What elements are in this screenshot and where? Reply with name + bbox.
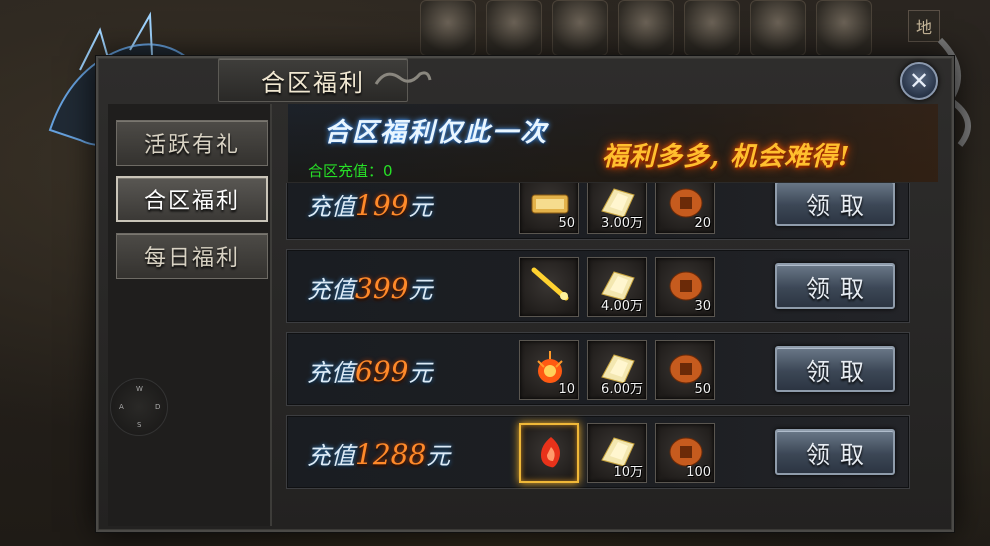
row-recharge-label: 充值699元: [307, 355, 433, 388]
reward-item-slot[interactable]: 100: [655, 423, 715, 483]
close-button[interactable]: ✕: [900, 62, 938, 100]
row-recharge-label: 充值399元: [307, 272, 433, 305]
recharge-amount: 1288: [355, 438, 427, 471]
banner-slogan: 福利多多, 机会难得!: [602, 142, 851, 172]
golden-sword-icon: [531, 267, 569, 301]
tab-daily-rewards[interactable]: 每日福利: [116, 233, 268, 279]
recharge-amount: 699: [355, 355, 409, 388]
reward-item-slot[interactable]: 3.00万: [587, 183, 647, 234]
reward-item-slot[interactable]: 10万: [587, 423, 647, 483]
recharge-amount: 399: [355, 272, 409, 305]
dpad-right-label: D: [155, 403, 161, 411]
row-recharge-label: 充值1288元: [307, 438, 451, 471]
recharge-total: 合区充值：0: [308, 162, 393, 180]
top-skill-bar: [420, 0, 872, 56]
reward-item-slot[interactable]: 50: [519, 183, 579, 234]
fire-spirit-icon: [541, 437, 560, 468]
claim-button[interactable]: 领取: [775, 263, 895, 309]
claim-button[interactable]: 领取: [775, 346, 895, 392]
lock-icon[interactable]: [816, 0, 872, 56]
movement-dpad[interactable]: W A D S: [110, 378, 168, 436]
reward-list: 充值199元 50 3.00万 20 领取 充值399元 4.00万 30 领取…: [286, 183, 910, 489]
reward-item-slot[interactable]: 10: [519, 340, 579, 400]
row-recharge-label: 充值199元: [307, 189, 433, 222]
cloud-swirl-icon: [374, 71, 432, 85]
dpad-up-label: W: [136, 385, 143, 393]
gold-pile-icon[interactable]: [618, 0, 674, 56]
banner-title: 合区福利仅此一次: [324, 118, 549, 148]
tab-active-gift[interactable]: 活跃有礼: [116, 120, 268, 166]
reward-item-slot[interactable]: [519, 257, 579, 317]
panel-title: 合区福利: [261, 68, 365, 97]
recharge-amount: 199: [355, 189, 409, 222]
reward-item-slot[interactable]: 6.00万: [587, 340, 647, 400]
reward-item-slot[interactable]: 50: [655, 340, 715, 400]
sidebar: [108, 104, 272, 526]
reward-row: 充值199元 50 3.00万 20 领取: [286, 183, 910, 240]
reward-row: 充值399元 4.00万 30 领取: [286, 249, 910, 323]
book-icon[interactable]: [420, 0, 476, 56]
reward-row: 充值699元 10 6.00万 50 领取: [286, 332, 910, 406]
treasure-chest-icon[interactable]: [750, 0, 806, 56]
dpad-left-label: A: [119, 403, 124, 411]
tab-merge-rewards[interactable]: 合区福利: [116, 176, 268, 222]
gem-box-icon[interactable]: [684, 0, 740, 56]
close-icon: ✕: [908, 67, 930, 95]
reward-item-slot[interactable]: 20: [655, 183, 715, 234]
reward-item-slot[interactable]: 30: [655, 257, 715, 317]
crystal-icon[interactable]: [486, 0, 542, 56]
reward-item-slot[interactable]: 4.00万: [587, 257, 647, 317]
reward-item-slot[interactable]: [519, 423, 579, 483]
claim-button[interactable]: 领取: [775, 429, 895, 475]
avatar-icon[interactable]: [552, 0, 608, 56]
dpad-down-label: S: [137, 421, 142, 429]
claim-button[interactable]: 领取: [775, 183, 895, 226]
reward-row: 充值1288元 10万 100 领取: [286, 415, 910, 489]
